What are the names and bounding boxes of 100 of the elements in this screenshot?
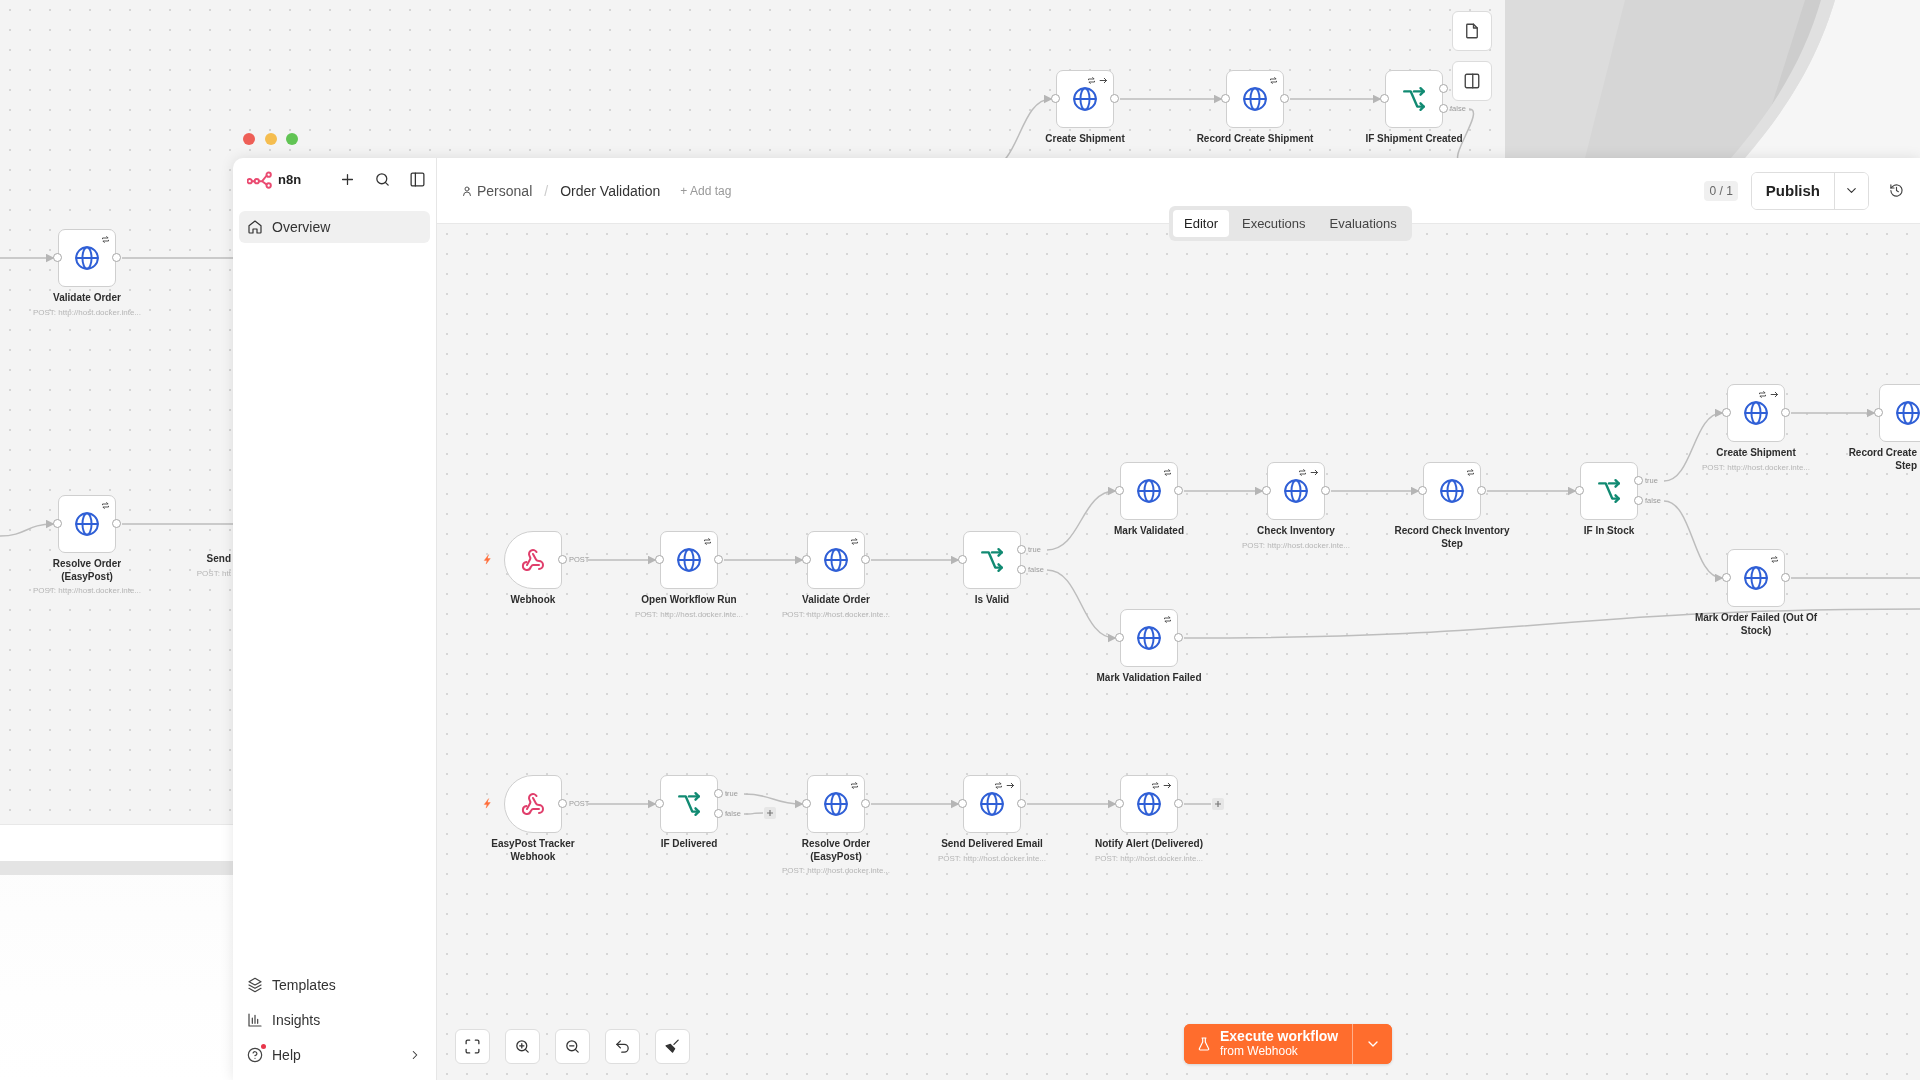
input-handle[interactable] — [958, 555, 967, 564]
output-handle[interactable] — [1017, 545, 1026, 554]
globe-icon — [74, 245, 100, 271]
workflow-node[interactable] — [1120, 609, 1178, 667]
output-handle[interactable] — [714, 809, 723, 818]
dropdown-button[interactable] — [1834, 172, 1868, 209]
workflow-node[interactable] — [1267, 462, 1325, 520]
output-handle[interactable] — [1634, 476, 1643, 485]
input-handle[interactable] — [1115, 486, 1124, 495]
output-handle[interactable] — [1321, 486, 1330, 495]
output-handle[interactable] — [861, 799, 870, 808]
output-handle[interactable] — [714, 555, 723, 564]
output-handle[interactable] — [1280, 94, 1289, 103]
globe-icon — [1283, 478, 1309, 504]
breadcrumb-separator: / — [544, 182, 549, 199]
output-handle[interactable] — [1781, 408, 1790, 417]
input-handle[interactable] — [655, 799, 664, 808]
workflow-node[interactable] — [660, 531, 718, 589]
workflow-name[interactable]: Order Validation — [560, 182, 661, 199]
input-handle[interactable] — [1115, 633, 1124, 642]
node-label: Record Check Inventory Step — [1393, 525, 1511, 550]
input-handle[interactable] — [1380, 94, 1389, 103]
workflow-node[interactable] — [1226, 70, 1284, 128]
input-handle[interactable] — [1262, 486, 1271, 495]
input-handle[interactable] — [1051, 94, 1060, 103]
workflow-node[interactable] — [963, 775, 1021, 833]
input-handle[interactable] — [655, 555, 664, 564]
output-handle[interactable] — [112, 253, 121, 262]
output-handle[interactable] — [1017, 565, 1026, 574]
output-handle[interactable] — [1477, 486, 1486, 495]
input-handle[interactable] — [1722, 573, 1731, 582]
output-handle[interactable] — [1174, 799, 1183, 808]
nav-item[interactable]: Insights — [239, 1002, 430, 1037]
project-link[interactable]: Personal — [477, 182, 533, 199]
node-label: Validate Order — [802, 594, 870, 607]
workflow-node[interactable] — [1385, 70, 1443, 128]
tidy-up-button[interactable] — [655, 1029, 690, 1064]
input-handle[interactable] — [1874, 408, 1883, 417]
output-handle[interactable] — [112, 519, 121, 528]
zoom-to-fit-button[interactable] — [455, 1029, 490, 1064]
workflow-node[interactable] — [1727, 549, 1785, 607]
input-handle[interactable] — [53, 253, 62, 262]
output-handle[interactable] — [861, 555, 870, 564]
input-handle[interactable] — [1115, 799, 1124, 808]
add-node-icon[interactable] — [764, 807, 776, 819]
nav-item[interactable]: Overview — [239, 211, 430, 243]
panel-toggle-button[interactable] — [1452, 61, 1492, 101]
workflow-node[interactable] — [504, 531, 562, 589]
workflow-node[interactable] — [58, 229, 116, 287]
workflow-node[interactable] — [1423, 462, 1481, 520]
input-handle[interactable] — [802, 555, 811, 564]
input-handle[interactable] — [1722, 408, 1731, 417]
output-handle[interactable] — [714, 789, 723, 798]
output-handle[interactable] — [1439, 104, 1448, 113]
version-counter: 0 / 1 — [1704, 180, 1738, 201]
workflow-node[interactable] — [1056, 70, 1114, 128]
workflow-node[interactable] — [660, 775, 718, 833]
view-tab[interactable]: Editor — [1173, 210, 1229, 237]
globe-icon — [74, 511, 100, 537]
input-handle[interactable] — [53, 519, 62, 528]
workflow-node[interactable] — [1580, 462, 1638, 520]
input-handle[interactable] — [958, 799, 967, 808]
view-tab[interactable]: Evaluations — [1318, 210, 1408, 237]
workflow-node[interactable] — [1120, 775, 1178, 833]
zoom-out-button[interactable] — [555, 1029, 590, 1064]
output-handle[interactable] — [1174, 486, 1183, 495]
output-handle[interactable] — [1017, 799, 1026, 808]
input-handle[interactable] — [802, 799, 811, 808]
output-handle[interactable] — [1634, 496, 1643, 505]
input-handle[interactable] — [1221, 94, 1230, 103]
nav-item[interactable]: Templates — [239, 967, 430, 1002]
workflow-node[interactable] — [807, 775, 865, 833]
notes-button[interactable] — [1452, 11, 1492, 51]
output-handle[interactable] — [1110, 94, 1119, 103]
connection-line — [0, 253, 55, 263]
undo-button[interactable] — [605, 1029, 640, 1064]
workflow-node[interactable] — [504, 775, 562, 833]
workflow-node[interactable] — [963, 531, 1021, 589]
zoom-in-button[interactable] — [505, 1029, 540, 1064]
output-handle[interactable] — [558, 799, 567, 808]
search-button[interactable] — [374, 170, 391, 188]
view-tab[interactable]: Executions — [1230, 210, 1317, 237]
output-handle[interactable] — [558, 555, 567, 564]
workflow-node[interactable] — [58, 495, 116, 553]
nav-item[interactable]: Help — [239, 1037, 430, 1072]
workflow-node[interactable] — [1727, 384, 1785, 442]
output-handle[interactable] — [1439, 84, 1448, 93]
workflow-node[interactable] — [807, 531, 865, 589]
add-node-icon[interactable] — [1212, 798, 1224, 810]
globe-icon — [979, 791, 1005, 817]
input-handle[interactable] — [1575, 486, 1584, 495]
output-handle[interactable] — [1174, 633, 1183, 642]
workflow-node[interactable] — [1879, 384, 1920, 442]
sidebar-toggle-button[interactable] — [409, 170, 426, 188]
history-button[interactable] — [1889, 183, 1904, 198]
connection-line — [1183, 803, 1212, 805]
workflow-node[interactable] — [1120, 462, 1178, 520]
broom-icon — [664, 1038, 681, 1055]
output-handle[interactable] — [1781, 573, 1790, 582]
input-handle[interactable] — [1418, 486, 1427, 495]
